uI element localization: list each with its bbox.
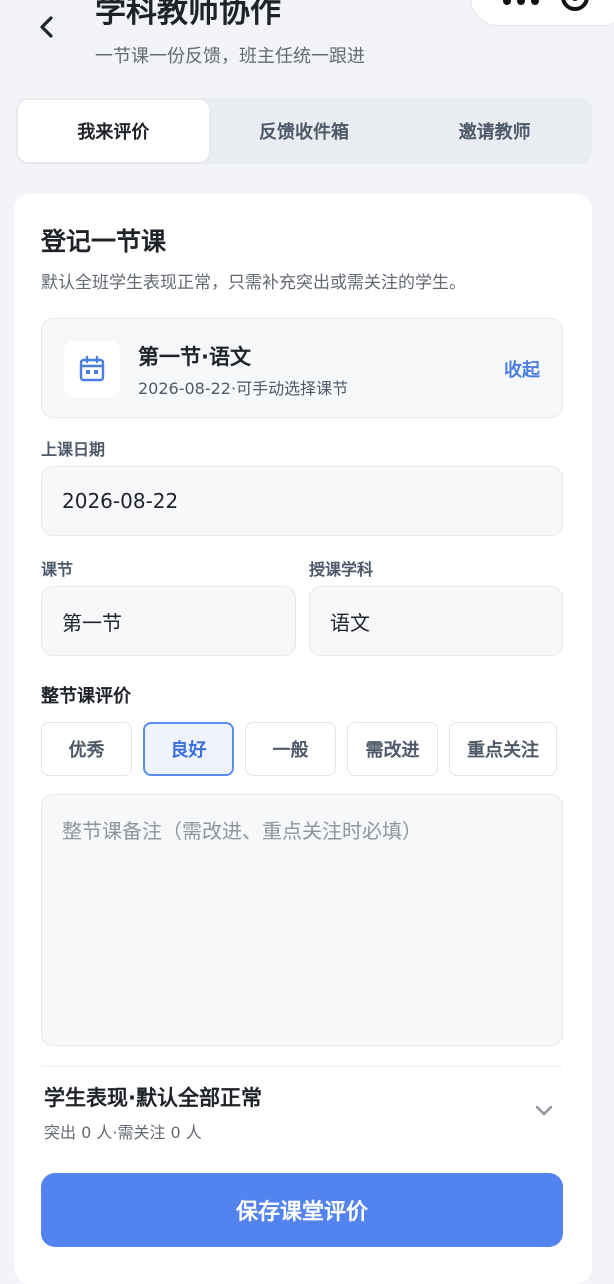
rating-option-average[interactable]: 一般	[245, 722, 336, 776]
rating-option-needs-improvement[interactable]: 需改进	[347, 722, 438, 776]
lesson-name: 第一节·语文	[138, 345, 251, 369]
mini-program-capsule	[470, 0, 614, 26]
lesson-note-textarea[interactable]	[41, 794, 563, 1046]
save-evaluation-button[interactable]: 保存课堂评价	[41, 1173, 563, 1247]
tab-evaluate[interactable]: 我来评价	[18, 100, 209, 162]
calendar-icon-wrap	[64, 341, 120, 397]
subject-label: 授课学科	[309, 560, 374, 579]
page-header: 学科教师协作 一节课一份反馈，班主任统一跟进	[0, 0, 614, 90]
page-subtitle: 一节课一份反馈，班主任统一跟进	[95, 46, 365, 67]
collapse-button[interactable]: 收起	[504, 356, 540, 382]
lesson-summary: 第一节·语文 2026-08-22·可手动选择课节 收起	[41, 318, 563, 418]
tab-feedback-inbox[interactable]: 反馈收件箱	[209, 100, 400, 162]
back-button[interactable]	[30, 8, 64, 46]
more-icon[interactable]	[503, 0, 539, 5]
student-performance-title[interactable]: 学生表现·默认全部正常	[44, 1082, 262, 1112]
student-performance-summary: 突出 0 人·需关注 0 人	[44, 1123, 202, 1142]
rating-label: 整节课评价	[41, 686, 131, 707]
calendar-icon	[79, 355, 105, 382]
chevron-left-icon	[40, 16, 53, 38]
subject-field[interactable]: 语文	[309, 586, 563, 656]
page-title: 学科教师协作	[95, 0, 281, 30]
section-description: 默认全班学生表现正常，只需补充突出或需关注的学生。	[41, 273, 466, 293]
chevron-down-icon[interactable]	[532, 1098, 556, 1122]
tab-bar: 我来评价 反馈收件箱 邀请教师	[16, 98, 592, 164]
period-field[interactable]: 第一节	[41, 586, 296, 656]
divider	[41, 1066, 563, 1067]
rating-option-good[interactable]: 良好	[143, 722, 234, 776]
lesson-meta: 2026-08-22·可手动选择课节	[138, 379, 349, 398]
rating-option-key-attention[interactable]: 重点关注	[449, 722, 557, 776]
tab-invite-teachers[interactable]: 邀请教师	[399, 100, 590, 162]
period-label: 课节	[41, 560, 74, 579]
register-lesson-card: 登记一节课 默认全班学生表现正常，只需补充突出或需关注的学生。 第一节·语文 2…	[14, 194, 592, 1284]
rating-option-excellent[interactable]: 优秀	[41, 722, 132, 776]
date-label: 上课日期	[41, 440, 106, 459]
date-field[interactable]: 2026-08-22	[41, 466, 563, 536]
close-icon[interactable]	[561, 0, 589, 11]
section-title: 登记一节课	[41, 227, 167, 256]
